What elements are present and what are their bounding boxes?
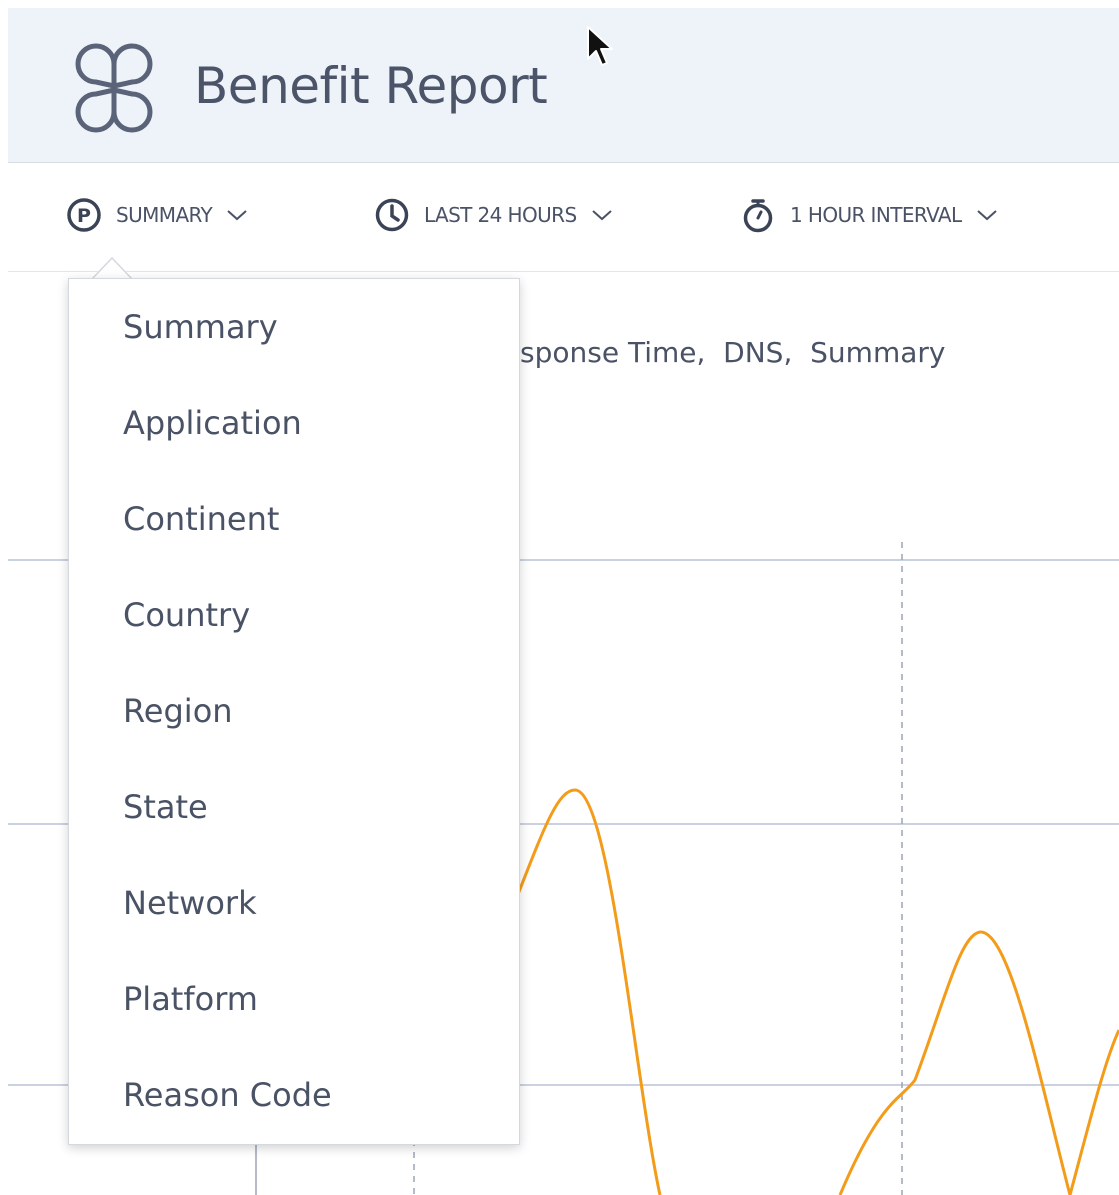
summary-dropdown-button[interactable]: P SUMMARY xyxy=(66,193,248,237)
page-header: Benefit Report xyxy=(8,8,1119,163)
dimension-dropdown-menu: Summary Application Continent Country Re… xyxy=(68,278,520,1145)
menu-item-reason-code[interactable]: Reason Code xyxy=(123,1075,332,1115)
interval-dropdown-button[interactable]: 1 HOUR INTERVAL xyxy=(740,193,998,237)
page-title: Benefit Report xyxy=(194,57,548,115)
time-range-dropdown-button[interactable]: LAST 24 HOURS xyxy=(374,193,613,237)
menu-item-summary[interactable]: Summary xyxy=(123,307,278,347)
clock-icon xyxy=(375,198,409,232)
menu-item-platform[interactable]: Platform xyxy=(123,979,258,1019)
dropdown-pointer xyxy=(92,256,132,280)
page: sponse Time, DNS, Summary Benefit Report… xyxy=(0,0,1119,1195)
citrix-logo-icon xyxy=(75,43,153,133)
summary-dropdown-label: SUMMARY xyxy=(116,203,213,227)
chevron-down-icon xyxy=(976,210,997,221)
interval-label: 1 HOUR INTERVAL xyxy=(790,203,962,227)
p-circle-icon: P xyxy=(67,198,101,232)
stopwatch-icon xyxy=(743,199,773,233)
menu-item-network[interactable]: Network xyxy=(123,883,257,923)
time-range-label: LAST 24 HOURS xyxy=(424,203,577,227)
chevron-down-icon xyxy=(227,210,247,221)
chart-filter-text: sponse Time, DNS, Summary xyxy=(520,336,946,369)
menu-item-country[interactable]: Country xyxy=(123,595,250,635)
svg-text:P: P xyxy=(77,205,91,227)
report-toolbar: P SUMMARY LAST 24 HOURS 1 HOUR INTERVAL xyxy=(8,163,1119,272)
mouse-cursor-icon xyxy=(587,26,613,66)
menu-item-application[interactable]: Application xyxy=(123,403,302,443)
menu-item-region[interactable]: Region xyxy=(123,691,233,731)
series-line xyxy=(498,788,1119,1195)
menu-item-continent[interactable]: Continent xyxy=(123,499,279,539)
chevron-down-icon xyxy=(591,210,612,221)
menu-item-state[interactable]: State xyxy=(123,787,208,827)
